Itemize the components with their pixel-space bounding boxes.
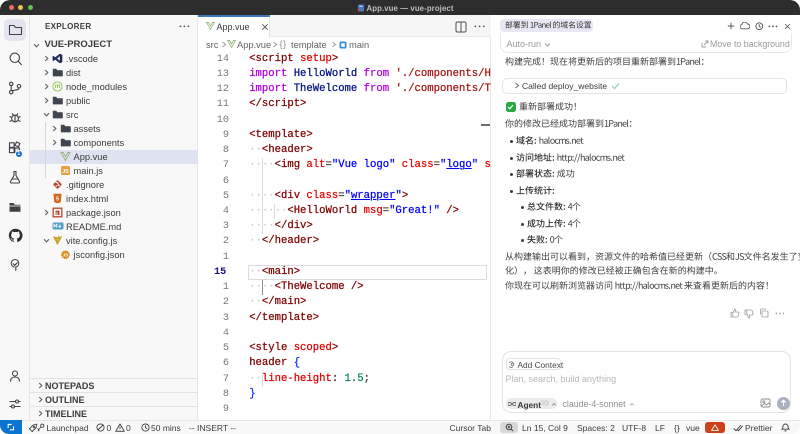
svg-text:5: 5 (56, 197, 59, 203)
svg-text:JS: JS (62, 169, 69, 175)
svg-text:JS: JS (62, 253, 68, 258)
